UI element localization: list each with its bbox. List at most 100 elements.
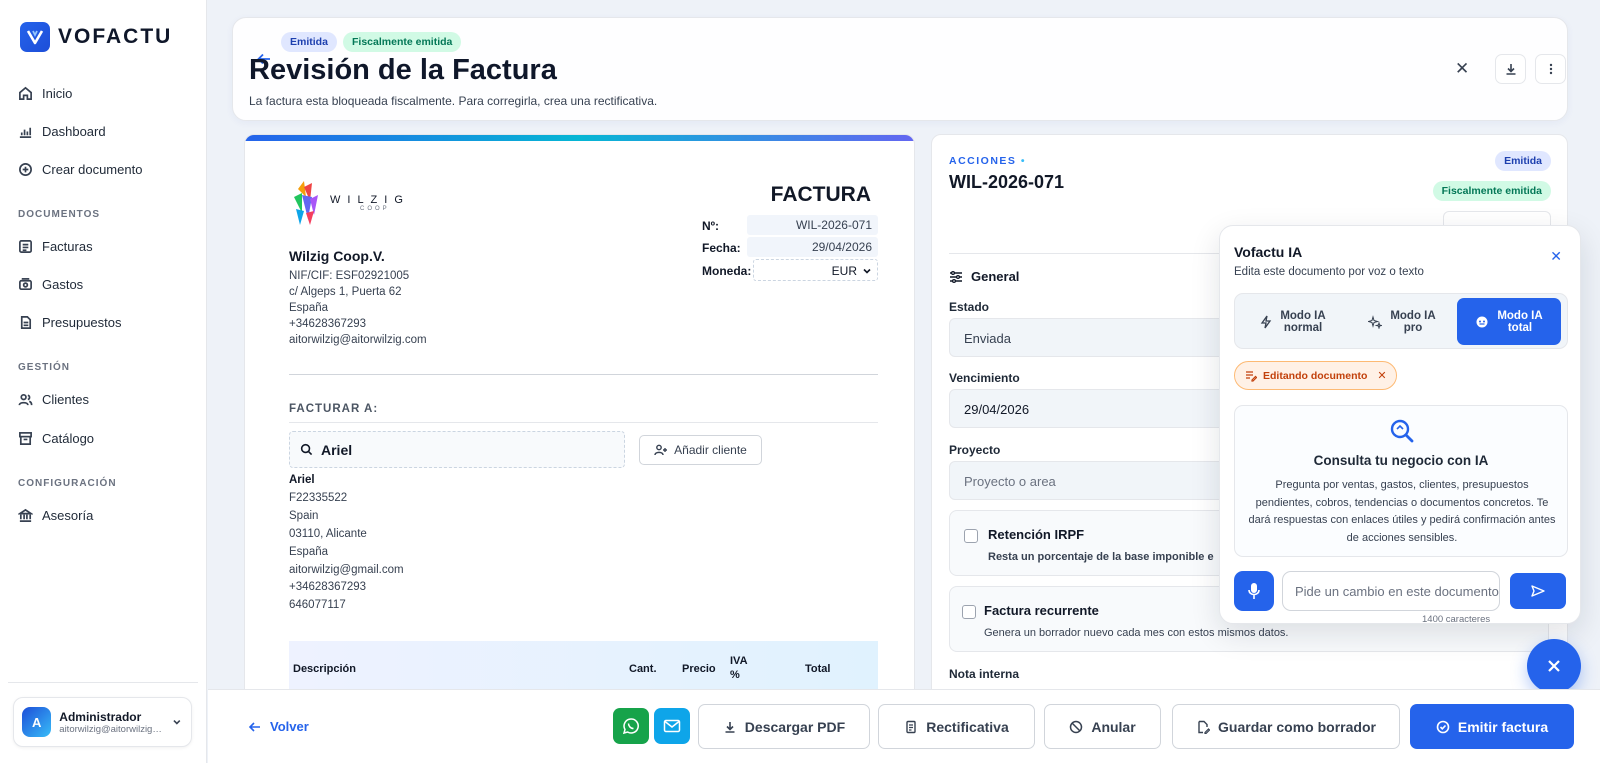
logo-sub: COOP [360, 206, 390, 212]
company-address: c/ Algeps 1, Puerta 62 [289, 286, 402, 298]
sidebar-item-facturas[interactable]: Facturas [18, 235, 188, 257]
download-pdf-button[interactable]: Descargar PDF [698, 704, 870, 749]
invoice-accent-bar [245, 135, 914, 141]
editing-document-chip: Editando documento ✕ [1234, 361, 1397, 390]
file-icon [20, 315, 32, 329]
close-icon [1548, 660, 1560, 672]
vofactu-logo-icon [20, 22, 50, 52]
currency-select[interactable]: EUR [753, 259, 878, 281]
back-label: Volver [270, 719, 309, 734]
lightning-icon [1261, 315, 1272, 328]
arrow-left-icon [248, 721, 260, 732]
sidebar-item-clientes[interactable]: Clientes [18, 388, 188, 410]
col-precio: Precio [682, 663, 716, 675]
mode-label: Modo IA [1280, 309, 1326, 322]
sidebar-item-inicio[interactable]: Inicio [18, 82, 188, 104]
sidebar-item-label: Clientes [42, 391, 89, 407]
mode-label: Modo IA [1390, 309, 1436, 322]
save-draft-button[interactable]: Guardar como borrador [1172, 704, 1400, 749]
nota-interna-label: Nota interna [949, 667, 1020, 681]
crystal-logo-icon [294, 181, 318, 225]
send-icon [1531, 585, 1545, 597]
estado-label: Estado [949, 300, 990, 314]
sidebar-item-label: Facturas [42, 238, 93, 254]
status-badge: Emitida [281, 32, 337, 52]
client-search-input[interactable]: Ariel [289, 431, 625, 468]
document-number: WIL-2026-071 [949, 172, 1065, 192]
plus-circle-icon [19, 162, 32, 176]
chevron-down-icon [173, 719, 181, 725]
file-edit-icon [1198, 720, 1211, 734]
general-title-text: General [971, 269, 1020, 284]
client-nif: F22335522 [289, 492, 348, 504]
sidebar-item-label: Gastos [42, 276, 84, 292]
sidebar-item-label: Dashboard [42, 123, 106, 139]
mode-ia-pro[interactable]: Modo IA pro [1350, 298, 1454, 345]
close-icon[interactable]: ✕ [1377, 369, 1386, 382]
rectificativa-button[interactable]: Rectificativa [878, 704, 1035, 749]
more-vertical-icon [1549, 63, 1552, 75]
sidebar-item-presupuestos[interactable]: Presupuestos [18, 311, 188, 333]
mode-label: Modo IA [1497, 309, 1543, 322]
download-icon [1506, 64, 1515, 75]
ai-prompt-input[interactable]: Pide un cambio en este documento [1282, 571, 1500, 611]
ban-icon [1070, 720, 1083, 733]
actions-label-text: ACCIONES [949, 155, 1017, 167]
sidebar-item-label: Inicio [42, 85, 73, 101]
recurrente-title: Factura recurrente [984, 603, 1099, 618]
ai-mode-selector: Modo IA normal Modo IA pro Modo IA total [1234, 293, 1568, 349]
whatsapp-icon [622, 718, 639, 735]
mode-ia-total[interactable]: Modo IA total [1457, 298, 1561, 345]
company-email: aitorwilzig@aitorwilzig.com [289, 334, 427, 346]
close-ai-fab[interactable] [1527, 639, 1581, 693]
sidebar-item-crear-documento[interactable]: Crear documento [18, 158, 188, 180]
col-iva: IVA % [730, 655, 748, 681]
bottom-action-bar: Volver Descargar PDF Rectificativa Anula… [208, 689, 1600, 763]
mode-ia-normal[interactable]: Modo IA normal [1241, 298, 1345, 345]
download-button[interactable] [1495, 54, 1526, 84]
divider [289, 422, 878, 423]
client-country: Spain [289, 510, 319, 522]
anular-label: Anular [1091, 718, 1136, 735]
close-icon[interactable]: ✕ [1550, 248, 1562, 265]
sliders-icon [950, 270, 962, 283]
users-icon [18, 393, 33, 405]
sidebar-item-catalogo[interactable]: Catálogo [18, 427, 188, 449]
microphone-button[interactable] [1234, 571, 1274, 611]
client-phone-2: 646077117 [289, 599, 346, 611]
proyecto-label: Proyecto [949, 443, 1001, 457]
recurrente-description: Genera un borrador nuevo cada mes con es… [984, 627, 1289, 639]
currency-value: EUR [831, 264, 857, 278]
company-country: España [289, 302, 329, 314]
irpf-checkbox[interactable] [964, 529, 978, 543]
page-subtitle: La factura esta bloqueada fiscalmente. P… [249, 94, 658, 108]
emit-invoice-button[interactable]: Emitir factura [1410, 704, 1574, 749]
add-user-icon [654, 444, 668, 456]
sidebar-item-asesoria[interactable]: Asesoría [18, 504, 188, 526]
anular-button[interactable]: Anular [1044, 704, 1161, 749]
sidebar-item-dashboard[interactable]: Dashboard [18, 120, 188, 142]
add-client-button[interactable]: Añadir cliente [639, 435, 762, 465]
send-button[interactable] [1510, 573, 1566, 609]
actions-label: ACCIONES • [949, 155, 1027, 167]
client-city: 03110, Alicante [289, 528, 367, 540]
sidebar-item-gastos[interactable]: Gastos [18, 273, 188, 295]
invoice-date-field: 29/04/2026 [747, 237, 878, 257]
wallet-icon [19, 277, 32, 290]
ai-search-icon [1390, 419, 1414, 443]
emit-label: Emitir factura [1457, 718, 1549, 735]
close-icon[interactable]: ✕ [1455, 59, 1469, 79]
back-button[interactable]: Volver [248, 719, 309, 734]
sidebar-divider [8, 682, 198, 683]
chip-label: Editando documento [1263, 369, 1368, 382]
email-button[interactable] [654, 708, 690, 744]
brand-logo[interactable]: VOFACTU [20, 22, 172, 52]
recurrente-checkbox[interactable] [962, 605, 976, 619]
sidebar-item-label: Asesoría [42, 507, 94, 523]
line-items-header: Descripción Cant. Precio IVA % Total [289, 641, 878, 693]
whatsapp-button[interactable] [613, 708, 649, 744]
sidebar-item-label: Catálogo [42, 430, 95, 446]
more-options-button[interactable] [1535, 54, 1566, 84]
user-menu[interactable]: A Administrador aitorwilzig@aitorwilzig.… [13, 697, 192, 747]
search-icon [300, 443, 313, 456]
